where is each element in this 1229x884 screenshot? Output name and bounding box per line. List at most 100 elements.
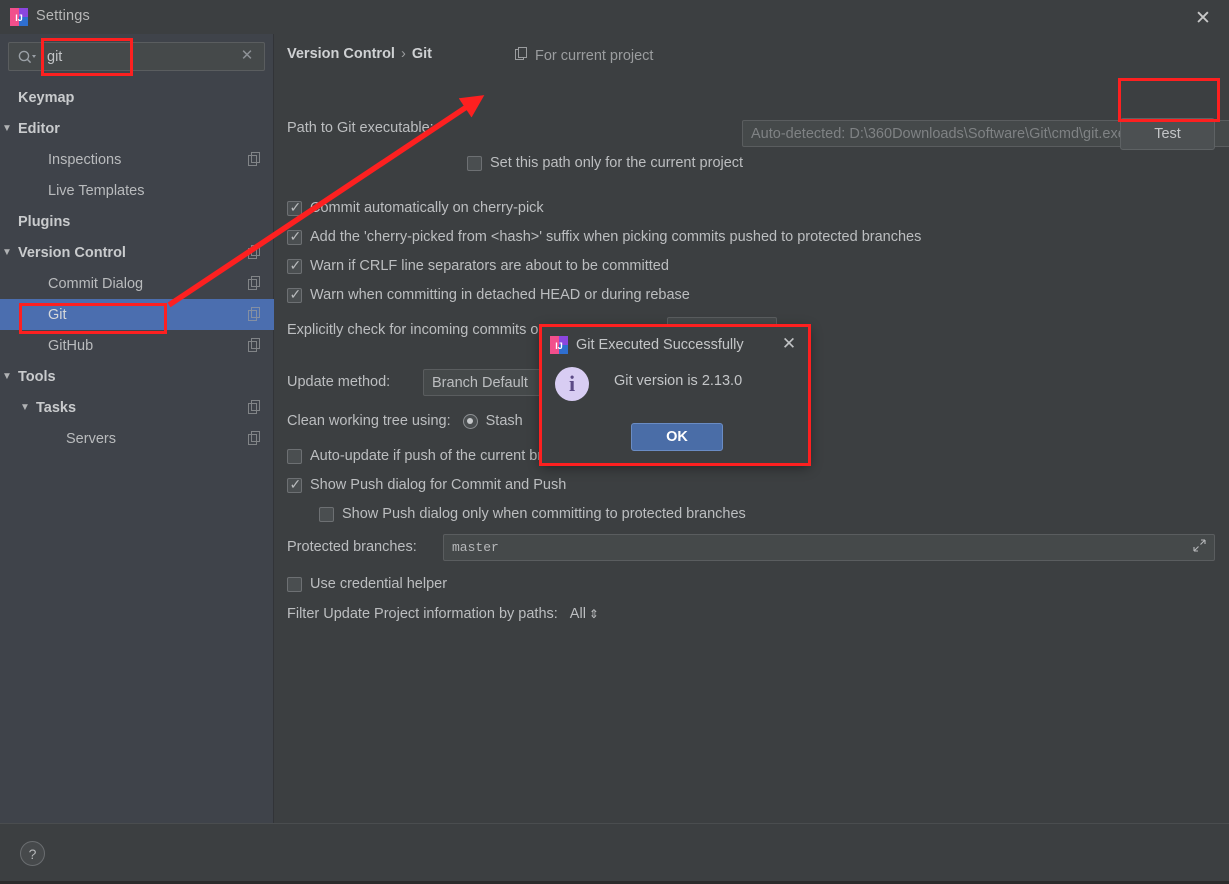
set-path-only-label: Set this path only for the current proje… (490, 155, 744, 171)
breadcrumb: Version Control › Git (287, 46, 432, 62)
checkbox-row[interactable]: Warn if CRLF line separators are about t… (287, 257, 669, 274)
breadcrumb-separator: › (400, 46, 406, 62)
search-icon[interactable] (17, 49, 37, 65)
checkbox-label: Add the 'cherry-picked from <hash>' suff… (310, 229, 922, 245)
checkbox-row[interactable]: Add the 'cherry-picked from <hash>' suff… (287, 228, 922, 245)
help-icon[interactable]: ? (20, 841, 45, 866)
sidebar-item-label: Plugins (18, 213, 71, 230)
show-push-dialog-label: Show Push dialog for Commit and Push (310, 477, 567, 493)
sidebar-item-inspections[interactable]: Inspections (0, 144, 274, 175)
sidebar-item-commit-dialog[interactable]: Commit Dialog (0, 268, 274, 299)
update-method-value: Branch Default (432, 374, 528, 391)
warn-detached-head-checkbox[interactable] (287, 286, 302, 303)
for-current-project-label: For current project (535, 48, 654, 64)
set-path-only-row[interactable]: Set this path only for the current proje… (467, 155, 743, 171)
breadcrumb-root[interactable]: Version Control (287, 46, 395, 62)
sidebar-item-github[interactable]: GitHub (0, 330, 274, 361)
sidebar-item-label: Keymap (18, 89, 75, 106)
filter-update-row: Filter Update Project information by pat… (287, 606, 599, 622)
footer-bar: ? OK Cancel Apply (0, 823, 1229, 881)
filter-updown-icon[interactable]: ⇕ (589, 607, 599, 621)
sidebar-item-label: Editor (18, 120, 60, 137)
sidebar-item-label: Inspections (48, 151, 122, 168)
path-row: Path to Git executable: (287, 120, 434, 136)
window-title: Settings (36, 8, 90, 24)
info-icon: i (555, 367, 589, 401)
sidebar-item-label: Live Templates (48, 182, 145, 199)
dialog-message: Git version is 2.13.0 (614, 373, 743, 389)
intellij-idea-icon: IJ (550, 336, 568, 354)
clean-tree-stash-radio[interactable] (462, 413, 478, 429)
sidebar-item-plugins[interactable]: Plugins (0, 206, 274, 237)
dialog-close-icon[interactable]: ✕ (778, 333, 800, 355)
settings-tree: Keymap ▼ Editor Inspections Live Templates Pl… (0, 82, 274, 454)
tree-expand-arrow-icon[interactable]: ▼ (0, 370, 14, 384)
checkbox-label: Commit automatically on cherry-pick (310, 200, 544, 216)
expand-icon[interactable] (1193, 539, 1206, 556)
copy-icon (248, 431, 262, 445)
test-button[interactable]: Test (1120, 118, 1215, 150)
update-method-label: Update method: (287, 374, 391, 390)
tree-expand-arrow-icon[interactable]: ▼ (0, 122, 14, 136)
dialog-title: Git Executed Successfully (576, 337, 744, 353)
search-box[interactable]: ✕ (8, 42, 265, 71)
close-icon[interactable]: ✕ (1191, 6, 1215, 30)
credential-helper-row[interactable]: Use credential helper (287, 576, 447, 592)
protected-branches-input[interactable]: master (443, 534, 1215, 561)
sidebar-item-version-control[interactable]: ▼ Version Control (0, 237, 274, 268)
add-cherry-picked-suffix-checkbox[interactable] (287, 228, 302, 245)
sidebar-item-label: Version Control (18, 244, 126, 261)
show-push-row[interactable]: Show Push dialog for Commit and Push (287, 476, 567, 493)
sidebar-item-label: Servers (66, 430, 116, 447)
clean-tree-stash-label: Stash (485, 413, 523, 429)
show-push-dialog-checkbox[interactable] (287, 476, 302, 493)
copy-icon (248, 152, 262, 166)
intellij-idea-icon: IJ (10, 8, 28, 26)
update-method-row: Update method: (287, 374, 390, 390)
show-push-protected-label: Show Push dialog only when committing to… (342, 506, 746, 522)
filter-update-value[interactable]: All (570, 606, 586, 622)
clear-search-icon[interactable]: ✕ (238, 47, 256, 65)
protected-branches-value: master (452, 540, 499, 555)
sidebar-item-keymap[interactable]: Keymap (0, 82, 274, 113)
title-bar: IJ Settings ✕ (0, 0, 1229, 34)
sidebar-item-label: Git (48, 306, 67, 323)
checkbox-label: Warn when committing in detached HEAD or… (310, 287, 690, 303)
show-push-protected-row[interactable]: Show Push dialog only when committing to… (319, 506, 746, 522)
use-credential-helper-checkbox[interactable] (287, 576, 302, 592)
git-executed-dialog: IJ Git Executed Successfully ✕ i Git ver… (541, 326, 809, 464)
tree-expand-arrow-icon[interactable]: ▼ (0, 246, 14, 260)
sidebar-item-tools[interactable]: ▼ Tools (0, 361, 274, 392)
copy-icon (248, 400, 262, 414)
show-push-protected-checkbox[interactable] (319, 506, 334, 522)
sidebar-item-tasks[interactable]: ▼ Tasks (0, 392, 274, 423)
sidebar-item-live-templates[interactable]: Live Templates (0, 175, 274, 206)
copy-icon (248, 307, 262, 321)
clean-tree-label: Clean working tree using: (287, 413, 451, 429)
protected-branches-row: Protected branches: (287, 539, 417, 555)
copy-icon (248, 245, 262, 259)
settings-window: IJ Settings ✕ ✕ Keymap ▼ Editor Inspections… (0, 0, 1229, 884)
sidebar-item-editor[interactable]: ▼ Editor (0, 113, 274, 144)
sidebar-item-label: Tools (18, 368, 56, 385)
checkbox-row[interactable]: Commit automatically on cherry-pick (287, 199, 544, 216)
breadcrumb-leaf: Git (411, 46, 432, 62)
set-path-only-checkbox[interactable] (467, 155, 482, 171)
dialog-ok-button[interactable]: OK (631, 423, 723, 451)
sidebar-item-servers[interactable]: Servers (0, 423, 274, 454)
sidebar: ✕ Keymap ▼ Editor Inspections Live Templates… (0, 34, 274, 823)
sidebar-item-label: Tasks (36, 399, 77, 416)
search-input[interactable] (45, 43, 225, 70)
filter-update-label: Filter Update Project information by pat… (287, 606, 558, 622)
path-label: Path to Git executable: (287, 120, 434, 136)
checkbox-row[interactable]: Warn when committing in detached HEAD or… (287, 286, 690, 303)
warn-crlf-checkbox[interactable] (287, 257, 302, 274)
auto-update-checkbox[interactable] (287, 448, 302, 464)
sidebar-item-git[interactable]: Git (0, 299, 274, 330)
copy-icon (248, 276, 262, 290)
sidebar-item-label: GitHub (48, 337, 94, 354)
tree-expand-arrow-icon[interactable]: ▼ (18, 401, 32, 415)
svg-text:IJ: IJ (15, 13, 23, 23)
use-credential-helper-label: Use credential helper (310, 576, 448, 592)
commit-automatically-cherry-pick-checkbox[interactable] (287, 199, 302, 216)
